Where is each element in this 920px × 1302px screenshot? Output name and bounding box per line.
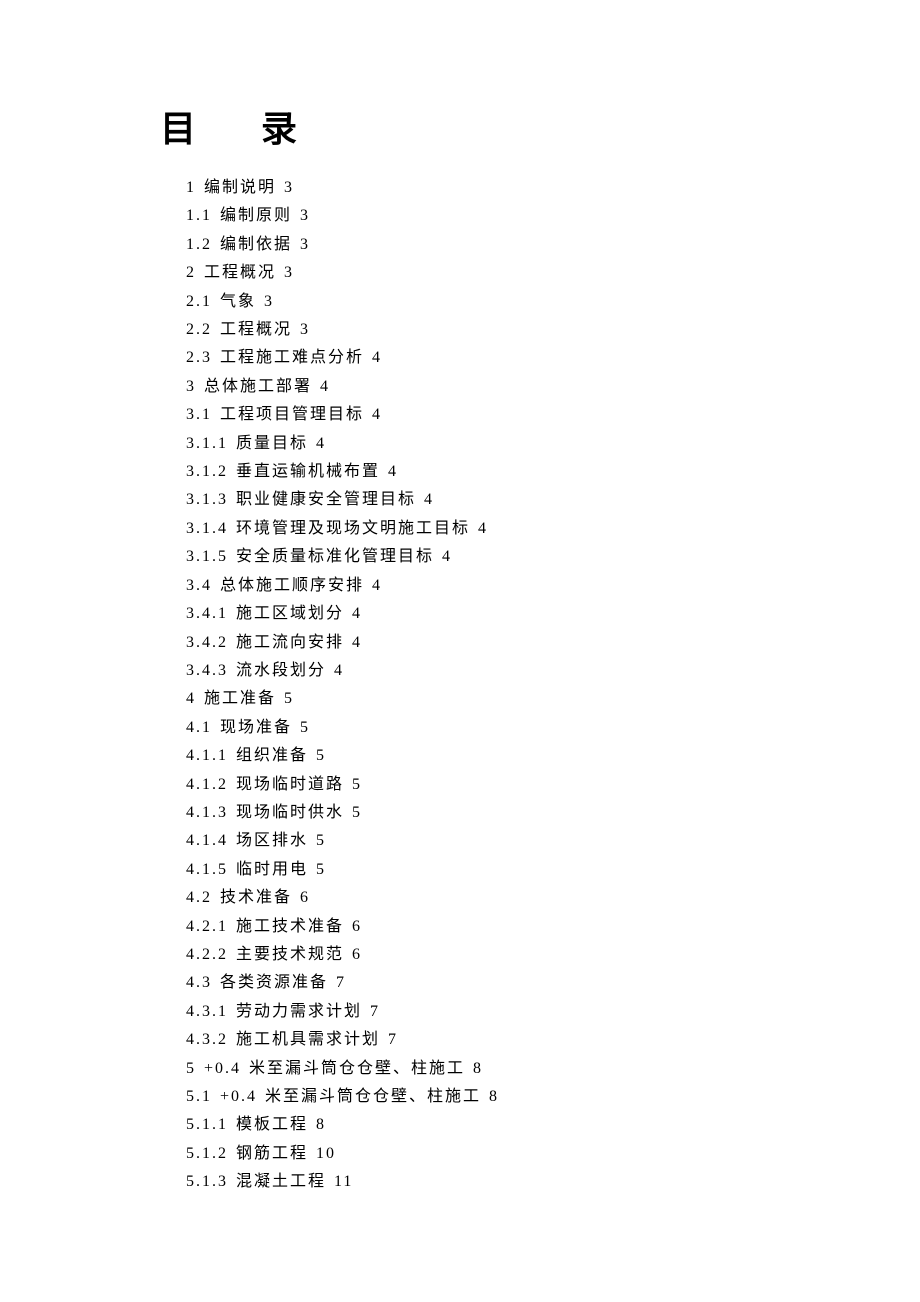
toc-item: 1.1 编制原则 3	[186, 202, 920, 230]
toc-item: 4.1.1 组织准备 5	[186, 742, 920, 770]
toc-item: 5.1.1 模板工程 8	[186, 1111, 920, 1139]
toc-item: 4.2 技术准备 6	[186, 884, 920, 912]
toc-item: 2.1 气象 3	[186, 288, 920, 316]
toc-item: 3.1.5 安全质量标准化管理目标 4	[186, 543, 920, 571]
toc-item: 4.3 各类资源准备 7	[186, 969, 920, 997]
toc-item: 2 工程概况 3	[186, 259, 920, 287]
toc-item: 3.4 总体施工顺序安排 4	[186, 572, 920, 600]
toc-item: 2.3 工程施工难点分析 4	[186, 344, 920, 372]
toc-item: 4.1.3 现场临时供水 5	[186, 799, 920, 827]
toc-item: 4.1.4 场区排水 5	[186, 827, 920, 855]
toc-item: 5.1 +0.4 米至漏斗筒仓仓壁、柱施工 8	[186, 1083, 920, 1111]
toc-item: 3.1.2 垂直运输机械布置 4	[186, 458, 920, 486]
toc-item: 5 +0.4 米至漏斗筒仓仓壁、柱施工 8	[186, 1055, 920, 1083]
toc-list: 1 编制说明 3 1.1 编制原则 3 1.2 编制依据 3 2 工程概况 3 …	[186, 174, 920, 1197]
toc-item: 1 编制说明 3	[186, 174, 920, 202]
toc-item: 4.2.2 主要技术规范 6	[186, 941, 920, 969]
toc-item: 4.2.1 施工技术准备 6	[186, 913, 920, 941]
toc-item: 3.4.3 流水段划分 4	[186, 657, 920, 685]
toc-item: 4.3.1 劳动力需求计划 7	[186, 998, 920, 1026]
toc-item: 5.1.3 混凝土工程 11	[186, 1168, 920, 1196]
toc-item: 3.1.1 质量目标 4	[186, 430, 920, 458]
toc-item: 3.1 工程项目管理目标 4	[186, 401, 920, 429]
toc-item: 3.4.1 施工区域划分 4	[186, 600, 920, 628]
toc-item: 4.1.5 临时用电 5	[186, 856, 920, 884]
toc-item: 1.2 编制依据 3	[186, 231, 920, 259]
toc-item: 2.2 工程概况 3	[186, 316, 920, 344]
toc-item: 4.3.2 施工机具需求计划 7	[186, 1026, 920, 1054]
toc-item: 4 施工准备 5	[186, 685, 920, 713]
toc-item: 3 总体施工部署 4	[186, 373, 920, 401]
toc-item: 4.1 现场准备 5	[186, 714, 920, 742]
page-title: 目 录	[160, 100, 920, 152]
toc-item: 3.1.4 环境管理及现场文明施工目标 4	[186, 515, 920, 543]
toc-item: 5.1.2 钢筋工程 10	[186, 1140, 920, 1168]
toc-item: 4.1.2 现场临时道路 5	[186, 771, 920, 799]
toc-item: 3.1.3 职业健康安全管理目标 4	[186, 486, 920, 514]
toc-item: 3.4.2 施工流向安排 4	[186, 629, 920, 657]
